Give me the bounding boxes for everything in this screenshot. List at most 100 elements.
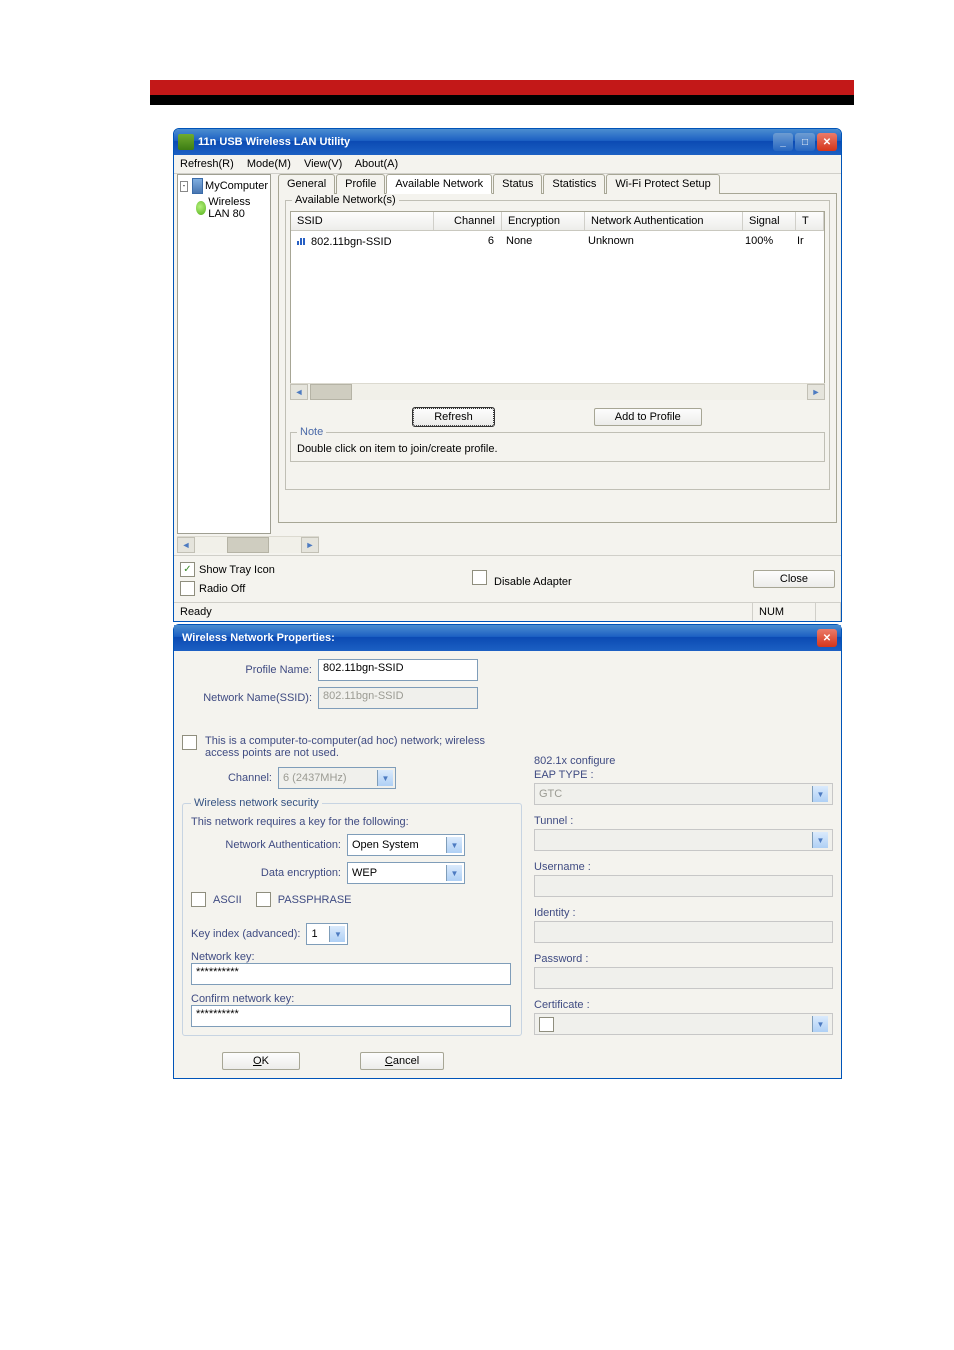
confirm-key-label: Confirm network key: xyxy=(191,993,513,1005)
table-row[interactable]: 802.11bgn-SSID 6 None Unknown 100% Ir xyxy=(291,231,824,252)
tree-child-label: Wireless LAN 80 xyxy=(208,196,268,220)
identity-label: Identity : xyxy=(534,907,833,919)
col-netauth[interactable]: Network Authentication xyxy=(585,212,743,230)
net-auth-label: Network Authentication: xyxy=(191,839,341,851)
passphrase-label: PASSPHRASE xyxy=(278,894,352,906)
chevron-down-icon[interactable]: ▼ xyxy=(329,926,345,942)
key-index-value: 1 xyxy=(311,928,317,940)
passphrase-checkbox[interactable] xyxy=(256,892,271,907)
radio-off-checkbox[interactable] xyxy=(180,581,195,596)
tab-general[interactable]: General xyxy=(278,174,335,194)
net-auth-value: Open System xyxy=(352,839,419,851)
username-field xyxy=(534,875,833,897)
tree-child[interactable]: Wireless LAN 80 xyxy=(196,195,268,221)
tree-scroll-right[interactable]: ► xyxy=(301,537,319,553)
black-header-bar xyxy=(150,95,854,105)
col-channel[interactable]: Channel xyxy=(434,212,502,230)
confirm-key-input[interactable]: ********** xyxy=(191,1005,511,1027)
menubar: Refresh(R) Mode(M) View(V) About(A) xyxy=(174,155,841,174)
key-index-label: Key index (advanced): xyxy=(191,928,300,940)
maximize-button[interactable]: □ xyxy=(795,133,815,151)
channel-value: 6 (2437MHz) xyxy=(283,772,347,784)
col-signal[interactable]: Signal xyxy=(743,212,796,230)
signal-bars-icon xyxy=(297,235,309,245)
adhoc-label: This is a computer-to-computer(ad hoc) n… xyxy=(205,735,515,759)
eap-type-label: EAP TYPE : xyxy=(534,769,833,781)
tree-collapse-icon[interactable]: - xyxy=(180,181,188,192)
tab-available-network[interactable]: Available Network xyxy=(386,174,492,194)
left-column: Profile Name: 802.11bgn-SSID Network Nam… xyxy=(182,659,522,1070)
main-utility-window: 11n USB Wireless LAN Utility _ □ ✕ Refre… xyxy=(173,128,842,622)
cancel-button[interactable]: Cancel xyxy=(360,1052,444,1070)
window-title: 11n USB Wireless LAN Utility xyxy=(198,136,773,148)
menu-refresh[interactable]: Refresh(R) xyxy=(180,158,234,170)
tab-strip: General Profile Available Network Status… xyxy=(278,174,837,194)
ascii-checkbox[interactable] xyxy=(191,892,206,907)
close-button[interactable]: ✕ xyxy=(817,133,837,151)
tab-statistics[interactable]: Statistics xyxy=(543,174,605,194)
tree-hscrollbar[interactable]: ◄ ► xyxy=(177,536,319,553)
menu-mode[interactable]: Mode(M) xyxy=(247,158,291,170)
network-table[interactable]: SSID Channel Encryption Network Authenti… xyxy=(290,211,825,399)
scroll-left-button[interactable]: ◄ xyxy=(290,384,308,400)
tab-status[interactable]: Status xyxy=(493,174,542,194)
scroll-thumb[interactable] xyxy=(310,384,352,400)
chevron-down-icon[interactable]: ▼ xyxy=(446,837,462,853)
tree-scroll-left[interactable]: ◄ xyxy=(177,537,195,553)
status-ready: Ready xyxy=(174,603,753,621)
menu-view[interactable]: View(V) xyxy=(304,158,342,170)
dialog-titlebar[interactable]: Wireless Network Properties: ✕ xyxy=(174,625,841,651)
eap-type-value: GTC xyxy=(539,788,562,800)
dialog-title: Wireless Network Properties: xyxy=(182,632,817,644)
key-index-dropdown[interactable]: 1 ▼ xyxy=(306,923,348,945)
tunnel-label: Tunnel : xyxy=(534,815,833,827)
table-hscrollbar[interactable]: ◄ ► xyxy=(290,383,825,400)
titlebar[interactable]: 11n USB Wireless LAN Utility _ □ ✕ xyxy=(174,129,841,155)
security-text: This network requires a key for the foll… xyxy=(191,816,513,828)
refresh-button[interactable]: Refresh xyxy=(413,408,494,426)
tunnel-field: ▼ xyxy=(534,829,833,851)
scroll-right-button[interactable]: ► xyxy=(807,384,825,400)
adhoc-checkbox[interactable] xyxy=(182,735,197,750)
ok-button[interactable]: OK xyxy=(222,1052,300,1070)
show-tray-label: Show Tray Icon xyxy=(199,564,275,576)
net-auth-dropdown[interactable]: Open System ▼ xyxy=(347,834,465,856)
col-ssid[interactable]: SSID xyxy=(291,212,434,230)
minimize-button[interactable]: _ xyxy=(773,133,793,151)
security-group-label: Wireless network security xyxy=(191,797,322,809)
col-t[interactable]: T xyxy=(796,212,824,230)
ascii-label: ASCII xyxy=(213,894,242,906)
red-header-bar xyxy=(150,80,854,95)
profile-name-input[interactable]: 802.11bgn-SSID xyxy=(318,659,478,681)
add-to-profile-button[interactable]: Add to Profile xyxy=(594,408,702,426)
tab-wifi-protect[interactable]: Wi-Fi Protect Setup xyxy=(606,174,719,194)
status-num: NUM xyxy=(753,603,816,621)
chevron-down-icon[interactable]: ▼ xyxy=(446,865,462,881)
tree-scroll-thumb[interactable] xyxy=(227,537,269,553)
bottom-controls: ✓ Show Tray Icon Radio Off Disable Adapt… xyxy=(174,555,841,602)
note-label: Note xyxy=(297,426,326,438)
properties-dialog: Wireless Network Properties: ✕ Profile N… xyxy=(173,624,842,1079)
tab-content: Available Network(s) SSID Channel Encryp… xyxy=(278,193,837,523)
username-label: Username : xyxy=(534,861,833,873)
chevron-down-icon: ▼ xyxy=(812,786,828,802)
network-key-input[interactable]: ********** xyxy=(191,963,511,985)
tab-profile[interactable]: Profile xyxy=(336,174,385,194)
show-tray-checkbox[interactable]: ✓ xyxy=(180,562,195,577)
disable-adapter-label: Disable Adapter xyxy=(494,576,572,588)
table-header: SSID Channel Encryption Network Authenti… xyxy=(291,212,824,231)
tree-root[interactable]: - MyComputer xyxy=(180,177,268,195)
network-key-label: Network key: xyxy=(191,951,513,963)
cell-signal: 100% xyxy=(739,233,791,250)
disable-adapter-checkbox[interactable] xyxy=(472,570,487,585)
close-main-button[interactable]: Close xyxy=(753,570,835,588)
data-enc-dropdown[interactable]: WEP ▼ xyxy=(347,862,465,884)
network-name-input: 802.11bgn-SSID xyxy=(318,687,478,709)
col-encryption[interactable]: Encryption xyxy=(502,212,585,230)
menu-about[interactable]: About(A) xyxy=(355,158,398,170)
dialog-close-button[interactable]: ✕ xyxy=(817,629,837,647)
certificate-label: Certificate : xyxy=(534,999,833,1011)
chevron-down-icon: ▼ xyxy=(812,832,828,848)
certificate-field: ▼ xyxy=(534,1013,833,1035)
cell-encryption: None xyxy=(500,233,582,250)
